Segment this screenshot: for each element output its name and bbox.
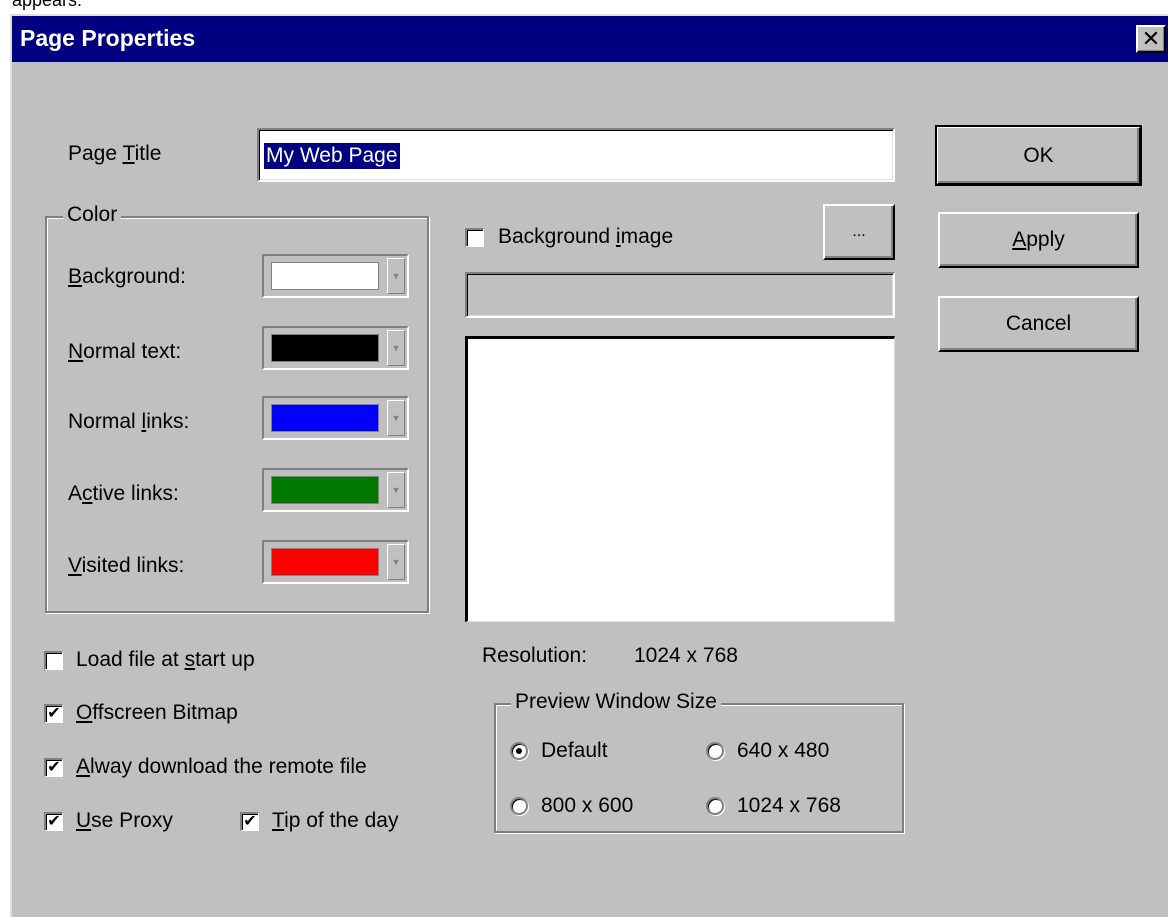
- cancel-button-label: Cancel: [1005, 312, 1072, 335]
- color-swatch: [271, 548, 379, 576]
- preview-window: [465, 336, 895, 622]
- visited-links-color-picker[interactable]: ▼: [262, 540, 409, 584]
- background-image-checkbox[interactable]: [465, 228, 484, 247]
- dropdown-arrow-icon[interactable]: ▼: [387, 400, 405, 436]
- dropdown-arrow-icon[interactable]: ▼: [387, 544, 405, 580]
- use-proxy-label: Use Proxy: [76, 809, 173, 832]
- radio-default-label: Default: [541, 739, 608, 762]
- page-title-label: Page Title: [68, 142, 162, 165]
- apply-button[interactable]: Apply: [938, 212, 1139, 268]
- checkmark-icon: ✔: [243, 813, 257, 830]
- visited-links-color-label: Visited links:: [68, 554, 185, 577]
- use-proxy-checkbox[interactable]: ✔: [44, 812, 63, 831]
- background-color-picker[interactable]: ▼: [262, 254, 409, 298]
- radio-640x480[interactable]: [706, 742, 724, 760]
- dropdown-arrow-icon[interactable]: ▼: [387, 258, 405, 294]
- browse-button-label: ...: [852, 223, 866, 240]
- load-file-checkbox[interactable]: [44, 651, 63, 670]
- color-swatch: [271, 476, 379, 504]
- ok-button-label: OK: [1023, 143, 1054, 167]
- background-image-label: Background image: [498, 225, 674, 248]
- preview-window-size-legend: Preview Window Size: [511, 690, 721, 714]
- color-swatch: [271, 334, 379, 362]
- radio-1024x768-label: 1024 x 768: [737, 794, 841, 817]
- normal-text-color-picker[interactable]: ▼: [262, 326, 409, 370]
- apply-button-label: Apply: [1012, 228, 1065, 251]
- radio-default[interactable]: [510, 742, 528, 760]
- page-title-value: My Web Page: [264, 143, 400, 169]
- checkmark-icon: ✔: [47, 705, 61, 722]
- title-bar: Page Properties ✕: [12, 16, 1168, 62]
- background-page-text: appears.: [12, 0, 83, 10]
- page-title-input[interactable]: My Web Page: [257, 128, 895, 182]
- resolution-value: 1024 x 768: [634, 644, 738, 667]
- normal-links-color-label: Normal links:: [68, 410, 190, 433]
- load-file-label: Load file at start up: [76, 648, 255, 671]
- active-links-color-picker[interactable]: ▼: [262, 468, 409, 512]
- dropdown-arrow-icon[interactable]: ▼: [387, 330, 405, 366]
- checkmark-icon: ✔: [47, 759, 61, 776]
- radio-800x600[interactable]: [510, 797, 528, 815]
- close-button[interactable]: ✕: [1136, 25, 1166, 53]
- close-icon: ✕: [1141, 26, 1161, 51]
- active-links-color-label: Active links:: [68, 482, 179, 505]
- ok-button[interactable]: OK: [935, 125, 1142, 186]
- resolution-label: Resolution:: [482, 644, 588, 667]
- radio-1024x768[interactable]: [706, 797, 724, 815]
- cancel-button[interactable]: Cancel: [938, 296, 1139, 352]
- always-download-checkbox[interactable]: ✔: [44, 758, 63, 777]
- tip-of-the-day-label: Tip of the day: [272, 809, 399, 832]
- color-group-legend: Color: [63, 203, 122, 227]
- checkmark-icon: ✔: [47, 813, 61, 830]
- normal-text-color-label: Normal text:: [68, 340, 182, 363]
- offscreen-bitmap-checkbox[interactable]: ✔: [44, 704, 63, 723]
- browse-button[interactable]: ...: [823, 204, 895, 260]
- color-swatch: [271, 262, 379, 290]
- background-image-path-field: [465, 272, 895, 318]
- offscreen-bitmap-label: Offscreen Bitmap: [76, 701, 238, 724]
- normal-links-color-picker[interactable]: ▼: [262, 396, 409, 440]
- background-color-label: Background:: [68, 265, 186, 288]
- radio-800x600-label: 800 x 600: [541, 794, 634, 817]
- radio-640x480-label: 640 x 480: [737, 739, 830, 762]
- window-title: Page Properties: [20, 25, 196, 51]
- radio-dot-icon: [516, 748, 522, 754]
- tip-of-the-day-checkbox[interactable]: ✔: [240, 812, 259, 831]
- color-swatch: [271, 404, 379, 432]
- dropdown-arrow-icon[interactable]: ▼: [387, 472, 405, 508]
- always-download-label: Alway download the remote file: [76, 755, 367, 778]
